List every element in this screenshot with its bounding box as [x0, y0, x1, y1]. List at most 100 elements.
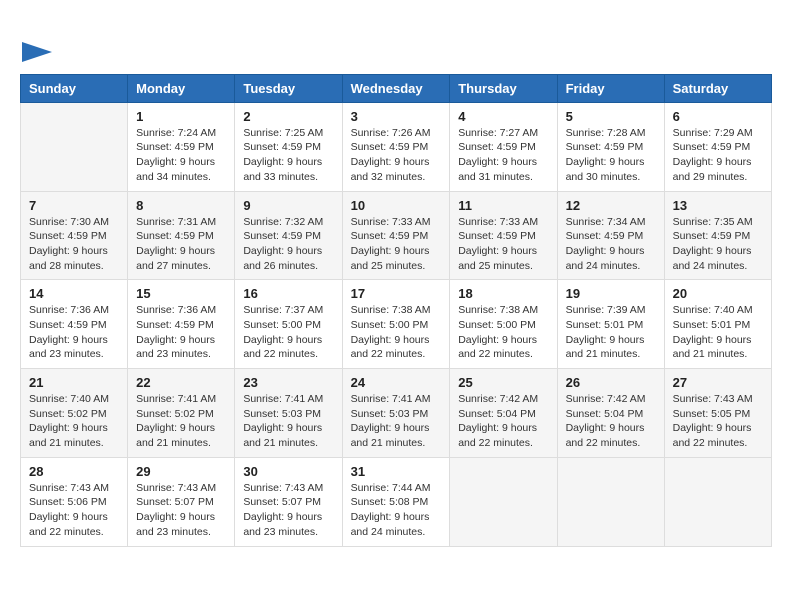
day-number: 31 [351, 464, 442, 479]
day-number: 21 [29, 375, 119, 390]
day-number: 19 [566, 286, 656, 301]
day-info: Sunrise: 7:41 AMSunset: 5:03 PMDaylight:… [243, 392, 333, 451]
calendar-day-cell: 13 Sunrise: 7:35 AMSunset: 4:59 PMDayligh… [664, 191, 771, 280]
day-number: 7 [29, 198, 119, 213]
day-number: 18 [458, 286, 548, 301]
day-info: Sunrise: 7:42 AMSunset: 5:04 PMDaylight:… [566, 392, 656, 451]
day-number: 11 [458, 198, 548, 213]
calendar-day-cell [21, 102, 128, 191]
calendar-day-cell: 15 Sunrise: 7:36 AMSunset: 4:59 PMDayligh… [128, 280, 235, 369]
day-info: Sunrise: 7:30 AMSunset: 4:59 PMDaylight:… [29, 215, 119, 274]
day-info: Sunrise: 7:31 AMSunset: 4:59 PMDaylight:… [136, 215, 226, 274]
calendar-day-cell: 28 Sunrise: 7:43 AMSunset: 5:06 PMDayligh… [21, 457, 128, 546]
day-info: Sunrise: 7:38 AMSunset: 5:00 PMDaylight:… [458, 303, 548, 362]
calendar-day-cell: 23 Sunrise: 7:41 AMSunset: 5:03 PMDayligh… [235, 369, 342, 458]
calendar-week-row: 14 Sunrise: 7:36 AMSunset: 4:59 PMDayligh… [21, 280, 772, 369]
day-info: Sunrise: 7:41 AMSunset: 5:02 PMDaylight:… [136, 392, 226, 451]
calendar-day-cell: 7 Sunrise: 7:30 AMSunset: 4:59 PMDaylight… [21, 191, 128, 280]
day-info: Sunrise: 7:40 AMSunset: 5:02 PMDaylight:… [29, 392, 119, 451]
day-number: 27 [673, 375, 763, 390]
calendar-day-cell: 2 Sunrise: 7:25 AMSunset: 4:59 PMDaylight… [235, 102, 342, 191]
day-info: Sunrise: 7:24 AMSunset: 4:59 PMDaylight:… [136, 126, 226, 185]
day-number: 24 [351, 375, 442, 390]
calendar-day-cell: 19 Sunrise: 7:39 AMSunset: 5:01 PMDayligh… [557, 280, 664, 369]
weekday-header-cell: Tuesday [235, 74, 342, 102]
day-info: Sunrise: 7:33 AMSunset: 4:59 PMDaylight:… [458, 215, 548, 274]
day-info: Sunrise: 7:35 AMSunset: 4:59 PMDaylight:… [673, 215, 763, 274]
day-info: Sunrise: 7:33 AMSunset: 4:59 PMDaylight:… [351, 215, 442, 274]
day-number: 28 [29, 464, 119, 479]
weekday-header-cell: Saturday [664, 74, 771, 102]
day-number: 2 [243, 109, 333, 124]
day-number: 29 [136, 464, 226, 479]
calendar-week-row: 21 Sunrise: 7:40 AMSunset: 5:02 PMDayligh… [21, 369, 772, 458]
day-number: 4 [458, 109, 548, 124]
calendar-day-cell: 27 Sunrise: 7:43 AMSunset: 5:05 PMDayligh… [664, 369, 771, 458]
day-number: 25 [458, 375, 548, 390]
calendar-day-cell: 1 Sunrise: 7:24 AMSunset: 4:59 PMDaylight… [128, 102, 235, 191]
calendar: SundayMondayTuesdayWednesdayThursdayFrid… [20, 74, 772, 547]
logo-blue [20, 41, 52, 61]
weekday-header-cell: Wednesday [342, 74, 450, 102]
calendar-day-cell: 10 Sunrise: 7:33 AMSunset: 4:59 PMDayligh… [342, 191, 450, 280]
day-info: Sunrise: 7:36 AMSunset: 4:59 PMDaylight:… [136, 303, 226, 362]
day-info: Sunrise: 7:38 AMSunset: 5:00 PMDaylight:… [351, 303, 442, 362]
calendar-day-cell: 14Sunrise: 7:36 AMSunset: 4:59 PMDayligh… [21, 280, 128, 369]
weekday-header-cell: Sunday [21, 74, 128, 102]
day-info: Sunrise: 7:44 AMSunset: 5:08 PMDaylight:… [351, 481, 442, 540]
day-number: 22 [136, 375, 226, 390]
calendar-day-cell: 20 Sunrise: 7:40 AMSunset: 5:01 PMDayligh… [664, 280, 771, 369]
calendar-day-cell: 24 Sunrise: 7:41 AMSunset: 5:03 PMDayligh… [342, 369, 450, 458]
day-info: Sunrise: 7:43 AMSunset: 5:05 PMDaylight:… [673, 392, 763, 451]
calendar-day-cell: 29 Sunrise: 7:43 AMSunset: 5:07 PMDayligh… [128, 457, 235, 546]
calendar-day-cell: 6 Sunrise: 7:29 AMSunset: 4:59 PMDaylight… [664, 102, 771, 191]
day-info: Sunrise: 7:40 AMSunset: 5:01 PMDaylight:… [673, 303, 763, 362]
day-number: 15 [136, 286, 226, 301]
calendar-week-row: 7 Sunrise: 7:30 AMSunset: 4:59 PMDaylight… [21, 191, 772, 280]
calendar-day-cell: 26 Sunrise: 7:42 AMSunset: 5:04 PMDayligh… [557, 369, 664, 458]
day-number: 13 [673, 198, 763, 213]
logo [20, 20, 52, 64]
day-info: Sunrise: 7:34 AMSunset: 4:59 PMDaylight:… [566, 215, 656, 274]
calendar-day-cell [664, 457, 771, 546]
day-number: 10 [351, 198, 442, 213]
day-info: Sunrise: 7:27 AMSunset: 4:59 PMDaylight:… [458, 126, 548, 185]
calendar-day-cell [557, 457, 664, 546]
calendar-day-cell: 3 Sunrise: 7:26 AMSunset: 4:59 PMDaylight… [342, 102, 450, 191]
calendar-day-cell: 16Sunrise: 7:37 AMSunset: 5:00 PMDayligh… [235, 280, 342, 369]
day-number: 3 [351, 109, 442, 124]
calendar-day-cell: 8 Sunrise: 7:31 AMSunset: 4:59 PMDaylight… [128, 191, 235, 280]
calendar-day-cell: 17 Sunrise: 7:38 AMSunset: 5:00 PMDayligh… [342, 280, 450, 369]
day-number: 17 [351, 286, 442, 301]
day-number: 16 [243, 286, 333, 301]
calendar-day-cell: 9 Sunrise: 7:32 AMSunset: 4:59 PMDaylight… [235, 191, 342, 280]
day-info: Sunrise: 7:43 AMSunset: 5:06 PMDaylight:… [29, 481, 119, 540]
day-number: 8 [136, 198, 226, 213]
day-number: 5 [566, 109, 656, 124]
day-number: 12 [566, 198, 656, 213]
calendar-week-row: 1 Sunrise: 7:24 AMSunset: 4:59 PMDaylight… [21, 102, 772, 191]
day-info: Sunrise: 7:32 AMSunset: 4:59 PMDaylight:… [243, 215, 333, 274]
day-info: Sunrise: 7:25 AMSunset: 4:59 PMDaylight:… [243, 126, 333, 185]
day-info: Sunrise: 7:41 AMSunset: 5:03 PMDaylight:… [351, 392, 442, 451]
day-number: 6 [673, 109, 763, 124]
calendar-day-cell: 18 Sunrise: 7:38 AMSunset: 5:00 PMDayligh… [450, 280, 557, 369]
calendar-body: 1 Sunrise: 7:24 AMSunset: 4:59 PMDaylight… [21, 102, 772, 546]
day-number: 1 [136, 109, 226, 124]
day-number: 20 [673, 286, 763, 301]
day-number: 30 [243, 464, 333, 479]
weekday-header-cell: Thursday [450, 74, 557, 102]
calendar-day-cell: 21 Sunrise: 7:40 AMSunset: 5:02 PMDayligh… [21, 369, 128, 458]
day-info: Sunrise: 7:39 AMSunset: 5:01 PMDaylight:… [566, 303, 656, 362]
day-info: Sunrise: 7:43 AMSunset: 5:07 PMDaylight:… [136, 481, 226, 540]
calendar-day-cell: 30Sunrise: 7:43 AMSunset: 5:07 PMDayligh… [235, 457, 342, 546]
day-number: 26 [566, 375, 656, 390]
weekday-header-cell: Friday [557, 74, 664, 102]
calendar-day-cell: 11 Sunrise: 7:33 AMSunset: 4:59 PMDayligh… [450, 191, 557, 280]
day-number: 9 [243, 198, 333, 213]
day-info: Sunrise: 7:26 AMSunset: 4:59 PMDaylight:… [351, 126, 442, 185]
day-number: 23 [243, 375, 333, 390]
day-info: Sunrise: 7:29 AMSunset: 4:59 PMDaylight:… [673, 126, 763, 185]
day-number: 14 [29, 286, 119, 301]
calendar-day-cell: 12 Sunrise: 7:34 AMSunset: 4:59 PMDayligh… [557, 191, 664, 280]
